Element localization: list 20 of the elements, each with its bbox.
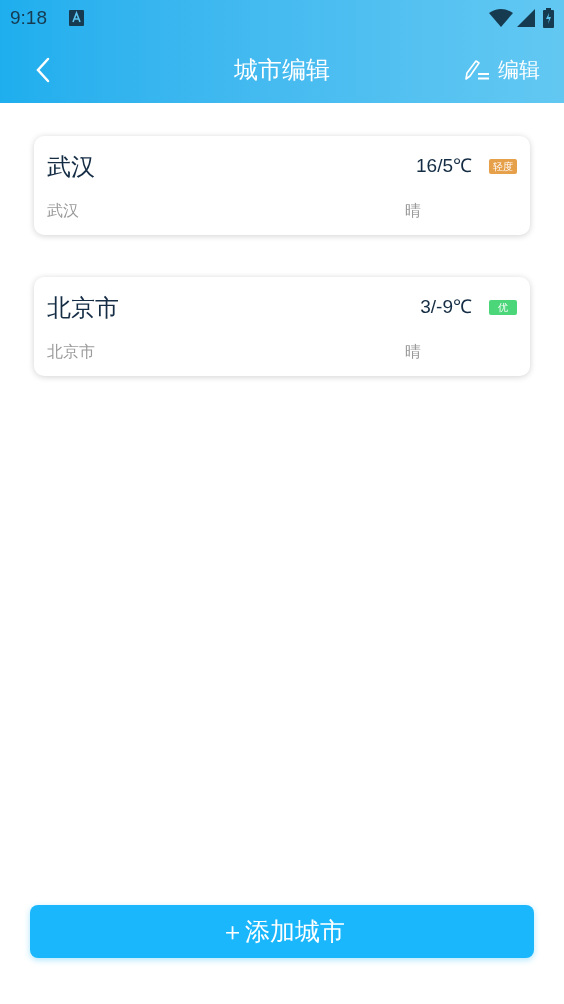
wifi-icon [489,9,513,27]
air-quality-tag: 优 [489,300,517,315]
city-subtitle: 武汉 [47,200,80,221]
city-subtitle: 北京市 [47,341,96,362]
page-title: 城市编辑 [234,54,330,85]
temperature-range: 3/-9℃ [420,295,472,320]
temperature-range: 16/5℃ [416,154,472,179]
notification-icon [69,10,84,26]
weather-condition: 晴 [405,341,422,362]
battery-icon [543,8,554,28]
signal-icon [517,9,535,27]
city-name: 北京市 [47,292,120,323]
back-icon [36,56,50,83]
weather-condition: 晴 [405,200,422,221]
city-name: 武汉 [47,151,96,182]
status-time: 9:18 [10,5,47,30]
pencil-icon [464,58,490,81]
city-card[interactable]: 北京市 3/-9℃ 优 北京市 晴 [34,277,530,376]
city-card[interactable]: 武汉 16/5℃ 轻度 武汉 晴 [34,136,530,235]
air-quality-tag: 轻度 [489,159,517,174]
